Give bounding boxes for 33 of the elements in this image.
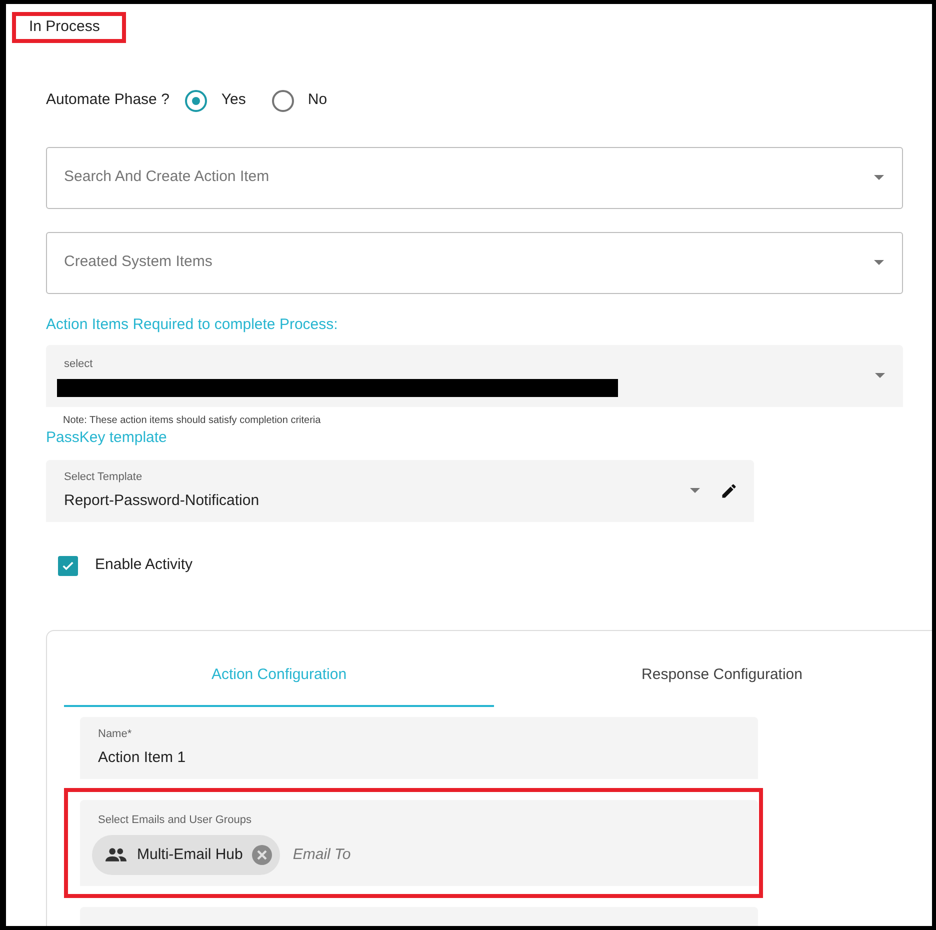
field-value: Report-Password-Notification: [64, 491, 260, 511]
recipients-field[interactable]: Select Emails and User Groups Multi-Email Hub Email To: [80, 800, 758, 886]
tab[interactable]: Response Configuration: [494, 646, 932, 706]
section-title: PassKey template: [46, 428, 168, 448]
group-icon: [105, 847, 127, 863]
status-label: In Process: [12, 12, 126, 42]
dropdown-caret-icon: [690, 488, 700, 493]
radio-label: Yes: [221, 90, 246, 110]
group-chip[interactable]: Multi-Email Hub: [92, 835, 280, 875]
template-select-field[interactable]: Select Template Report-Password-Notification: [46, 460, 754, 522]
field-value: Action Item 1: [98, 748, 187, 768]
email-input-placeholder[interactable]: Email To: [292, 844, 351, 866]
section-title: Action Items Required to complete Process:: [46, 314, 339, 334]
dropdown-field[interactable]: Search And Create Action Item: [46, 146, 903, 208]
remove-chip-icon[interactable]: [250, 844, 273, 866]
radio-button[interactable]: [185, 90, 208, 112]
edit-icon[interactable]: [720, 482, 738, 500]
dropdown-field[interactable]: Created System Items: [46, 232, 903, 294]
name-field[interactable]: Name* Action Item 1: [80, 716, 758, 778]
field-label: Name*: [98, 726, 133, 742]
dropdown-caret-icon: [875, 373, 885, 378]
radio-button[interactable]: [272, 90, 294, 112]
field-label: Select Template: [64, 470, 144, 484]
dropdown-caret-icon: [874, 260, 884, 265]
radio-label: No: [308, 90, 328, 110]
field-label: select: [64, 357, 94, 372]
dropdown-caret-icon: [874, 175, 884, 180]
checkbox[interactable]: [58, 556, 78, 576]
automate-phase-label: Automate Phase ?: [46, 90, 170, 110]
select-field[interactable]: select: [46, 344, 903, 406]
checkbox-label: Enable Activity: [95, 555, 193, 576]
field-label: Select Emails and User Groups: [98, 812, 252, 828]
note-text: Note: These action items should satisfy completion criteria: [63, 414, 322, 428]
